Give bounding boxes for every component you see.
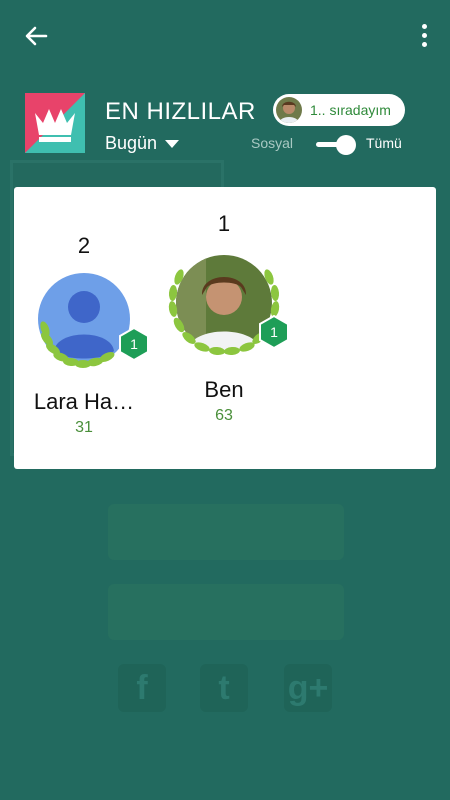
entry-avatar: 1 xyxy=(17,259,151,389)
svg-text:1: 1 xyxy=(270,324,278,340)
leaderboard-title: EN HIZLILAR xyxy=(105,98,256,125)
caret-down-icon xyxy=(165,139,180,148)
period-dropdown[interactable]: Bugün xyxy=(105,133,180,154)
laurel-wreath-icon xyxy=(38,273,130,368)
my-rank-button[interactable]: 1.. sıradayım xyxy=(273,94,405,126)
background-button xyxy=(108,584,344,640)
entry-avatar: 1 xyxy=(157,247,291,377)
entry-score: 31 xyxy=(75,419,93,436)
social-all-toggle[interactable] xyxy=(316,135,356,155)
background-gplus-icon: g+ xyxy=(284,664,332,712)
period-label: Bugün xyxy=(105,133,158,153)
entry-rank: 2 xyxy=(77,233,91,258)
my-rank-label: 1.. sıradayım xyxy=(310,102,391,118)
level-badge: 1 xyxy=(119,327,149,361)
arrow-left-icon xyxy=(25,26,48,46)
user-avatar-small xyxy=(276,97,302,123)
entry-name: Lara Ha… xyxy=(33,389,135,414)
entry-score: 63 xyxy=(215,407,233,424)
level-badge: 1 xyxy=(259,315,289,349)
leaderboard-logo xyxy=(25,93,85,153)
leaderboard-card: 2 1 Lara Ha… 31 1 1 Ben 63 xyxy=(14,187,436,469)
more-vert-icon[interactable] xyxy=(418,22,430,50)
leaderboard-entry[interactable]: 2 1 Lara Ha… 31 xyxy=(14,233,154,437)
svg-text:1: 1 xyxy=(130,336,138,352)
back-button[interactable] xyxy=(22,22,50,50)
entry-name: Ben xyxy=(204,377,244,402)
background-facebook-icon: f xyxy=(118,664,166,712)
entry-rank: 1 xyxy=(217,211,231,236)
leaderboard-entry[interactable]: 1 1 Ben 63 xyxy=(154,211,294,425)
crown-icon xyxy=(25,93,85,153)
toggle-all-label: Tümü xyxy=(366,135,402,151)
laurel-wreath-icon xyxy=(168,255,280,356)
background-twitter-icon: t xyxy=(200,664,248,712)
background-button xyxy=(108,504,344,560)
toggle-social-label: Sosyal xyxy=(251,135,294,151)
